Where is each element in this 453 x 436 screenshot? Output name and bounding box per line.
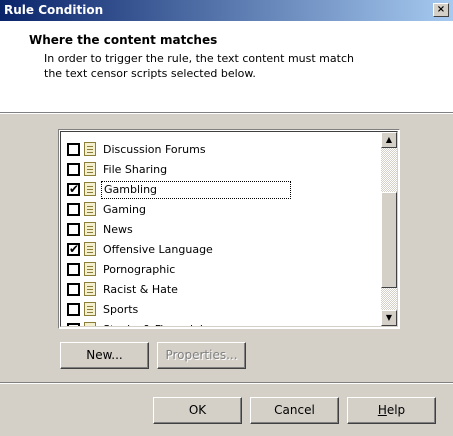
list-item[interactable]: Sports [61, 300, 381, 320]
text-document-icon [84, 262, 96, 276]
ok-button[interactable]: OK [153, 397, 242, 424]
text-document-icon [84, 282, 96, 296]
vertical-scrollbar[interactable]: ▲ ▼ [381, 132, 397, 326]
help-button[interactable]: Help [347, 397, 436, 424]
scroll-thumb[interactable] [381, 192, 397, 288]
text-document-icon [84, 182, 96, 196]
arrow-up-icon: ▲ [385, 135, 393, 144]
text-document-icon [84, 142, 96, 156]
list-item-label: Gambling [101, 181, 291, 199]
list-item-label: Sports [103, 303, 139, 316]
new-button[interactable]: New... [60, 342, 149, 369]
censor-scripts-list[interactable]: Discussion Forums File Sharing ✔ Gambling Ga… [58, 129, 400, 329]
header-panel: Where the content matches In order to tr… [0, 21, 453, 112]
list-item-label: News [103, 223, 133, 236]
list-item[interactable]: News [61, 220, 381, 240]
arrow-down-icon: ▼ [385, 313, 393, 322]
list-item[interactable]: Pornographic [61, 260, 381, 280]
list-items: Discussion Forums File Sharing ✔ Gambling Ga… [61, 140, 381, 326]
text-document-icon [84, 302, 96, 316]
header-divider [0, 112, 453, 114]
list-item-label: Racist & Hate [103, 283, 178, 296]
cancel-button[interactable]: Cancel [250, 397, 339, 424]
text-document-icon [84, 222, 96, 236]
list-item-label: Gaming [103, 203, 146, 216]
footer-divider [0, 382, 453, 384]
list-item[interactable]: Gaming [61, 200, 381, 220]
help-label: Help [377, 403, 406, 417]
list-item[interactable]: Discussion Forums [61, 140, 381, 160]
header-description: In order to trigger the rule, the text c… [44, 52, 354, 80]
list-item[interactable]: Racist & Hate [61, 280, 381, 300]
scroll-up-button[interactable]: ▲ [381, 132, 397, 148]
list-item-label: File Sharing [103, 163, 168, 176]
text-document-icon [84, 202, 96, 216]
checkmark-icon: ✔ [69, 242, 80, 256]
close-button[interactable]: × [433, 3, 449, 17]
checkbox-checked[interactable]: ✔ [67, 242, 80, 256]
list-item-label: Discussion Forums [103, 143, 206, 156]
properties-button[interactable]: Properties... [157, 342, 246, 369]
list-item-label: Pornographic [103, 263, 176, 276]
list-item[interactable]: ✔ Gambling [61, 180, 381, 200]
title-bar[interactable]: Rule Condition × [0, 0, 453, 21]
checkbox-unchecked[interactable] [67, 323, 80, 326]
checkbox-unchecked[interactable] [67, 203, 80, 216]
text-document-icon [84, 322, 96, 326]
list-item[interactable]: ✔ Offensive Language [61, 240, 381, 260]
checkmark-icon: ✔ [69, 182, 80, 196]
checkbox-checked[interactable]: ✔ [67, 182, 80, 196]
checkbox-unchecked[interactable] [67, 283, 80, 296]
text-document-icon [84, 242, 96, 256]
checkbox-unchecked[interactable] [67, 303, 80, 316]
list-item[interactable]: File Sharing [61, 160, 381, 180]
header-title: Where the content matches [29, 33, 218, 47]
text-document-icon [84, 162, 96, 176]
rule-condition-dialog: Rule Condition × Where the content match… [0, 0, 453, 436]
list-item-label: Offensive Language [103, 243, 213, 256]
checkbox-unchecked[interactable] [67, 143, 80, 156]
list-item-label: Stocks & Financial [101, 323, 205, 326]
checkbox-unchecked[interactable] [67, 263, 80, 276]
checkbox-unchecked[interactable] [67, 223, 80, 236]
checkbox-unchecked[interactable] [67, 163, 80, 176]
scroll-down-button[interactable]: ▼ [381, 310, 397, 326]
close-icon: × [436, 4, 446, 15]
list-item[interactable]: Stocks & Financial [61, 320, 381, 326]
window-title: Rule Condition [4, 3, 104, 17]
